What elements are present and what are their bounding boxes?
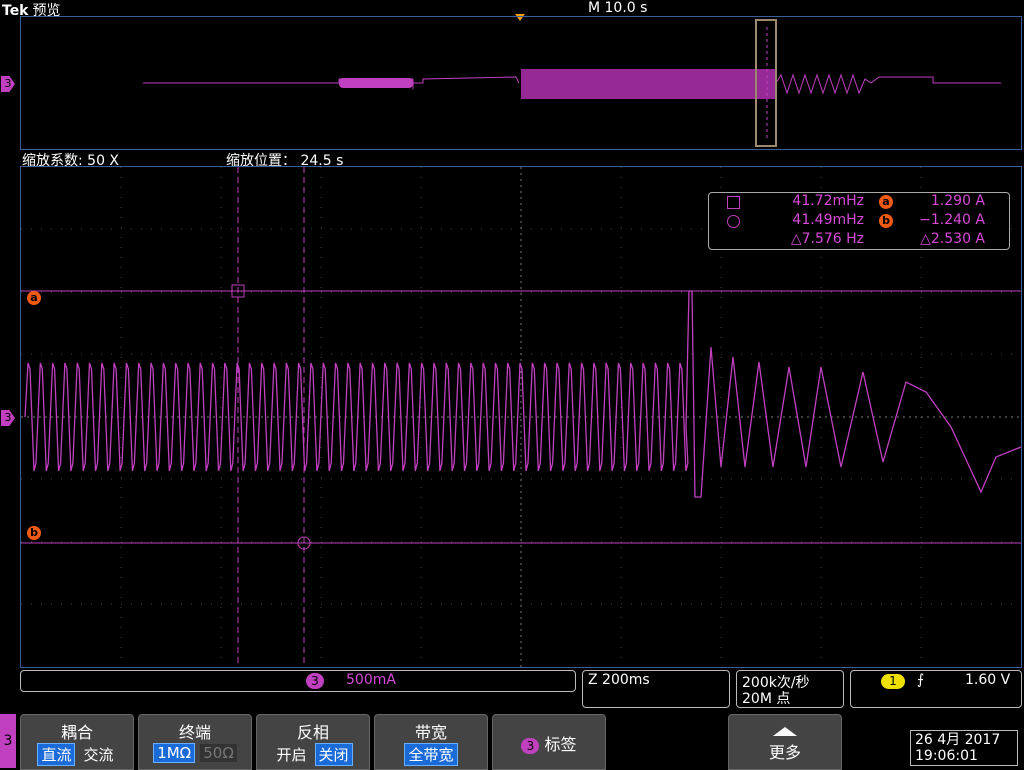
cursor-b-value: −1.240 A	[919, 212, 985, 228]
coupling-button[interactable]: 耦合 直流 交流	[20, 714, 134, 770]
channel-3-trace	[24, 290, 1022, 498]
bandwidth-full-option[interactable]: 全带宽	[404, 743, 458, 766]
trigger-box[interactable]: 1 ⨍ 1.60 V	[850, 670, 1022, 708]
time: 19:06:01	[915, 748, 978, 764]
cursor-b-tag[interactable]: b	[27, 526, 41, 540]
termination-button[interactable]: 终端 1MΩ 50Ω	[138, 714, 252, 770]
zoom-time: Z 200ms	[588, 672, 650, 688]
delta-freq: △7.576 Hz	[790, 231, 864, 247]
invert-button[interactable]: 反相 开启 关闭	[256, 714, 370, 770]
coupling-title: 耦合	[60, 723, 93, 742]
cursor-a-readout-tag: a	[879, 195, 893, 209]
channel-3-badge: 3	[306, 673, 324, 689]
rising-edge-icon: ⨍	[917, 672, 925, 688]
cursor-a-value: 1.290 A	[930, 193, 985, 209]
delta-value: △2.530 A	[920, 231, 985, 247]
coupling-dc-option[interactable]: 直流	[37, 743, 76, 766]
acquisition-box[interactable]: 200k次/秒 20M 点	[736, 670, 844, 708]
square-cursor-icon	[727, 196, 740, 209]
cursor-2-freq: 41.49mHz	[792, 212, 864, 228]
circle-cursor-icon	[727, 215, 740, 228]
menu-channel-tab: 3	[0, 714, 16, 768]
invert-off-option[interactable]: 关闭	[314, 743, 353, 766]
chevron-up-icon	[773, 727, 797, 736]
termination-title: 终端	[178, 723, 211, 742]
datetime: 26 4月 2017 19:06:01	[910, 730, 1018, 766]
more-title: 更多	[768, 743, 801, 762]
label-button[interactable]: 3 标签	[492, 714, 606, 770]
cursor-a-tag[interactable]: a	[27, 291, 41, 305]
overview-waveform	[143, 19, 1001, 147]
channel-3-ground-marker[interactable]: 3	[1, 410, 15, 426]
more-button[interactable]: 更多	[728, 714, 842, 770]
bandwidth-button[interactable]: 带宽 全带宽	[374, 714, 488, 770]
record-length: 20M 点	[742, 691, 791, 707]
label-channel-badge: 3	[521, 738, 540, 754]
overview-panel[interactable]	[20, 16, 1022, 150]
cursor-b-readout-tag: b	[879, 214, 893, 228]
trigger-channel-badge: 1	[881, 674, 905, 689]
invert-title: 反相	[296, 723, 329, 742]
cursor-readout: 41.72mHz 41.49mHz △7.576 Hz a b 1.290 A …	[708, 192, 1010, 250]
bandwidth-title: 带宽	[414, 723, 447, 742]
date: 26 4月 2017	[915, 732, 1001, 748]
zoom-timebase-box[interactable]: Z 200ms	[582, 670, 730, 708]
channel-scale: 500mA	[346, 672, 396, 688]
channel-scale-bar[interactable]: 3 500mA	[20, 670, 576, 692]
termination-50-option[interactable]: 50Ω	[200, 744, 237, 762]
trigger-level: 1.60 V	[965, 672, 1011, 688]
cursor-1-freq: 41.72mHz	[792, 193, 864, 209]
coupling-ac-option[interactable]: 交流	[81, 744, 117, 765]
label-title: 标签	[544, 735, 577, 754]
termination-1m-option[interactable]: 1MΩ	[153, 743, 196, 763]
invert-on-option[interactable]: 开启	[273, 744, 309, 765]
timebase: M 10.0 s	[588, 0, 648, 16]
overview-channel-marker[interactable]: 3	[1, 76, 15, 92]
